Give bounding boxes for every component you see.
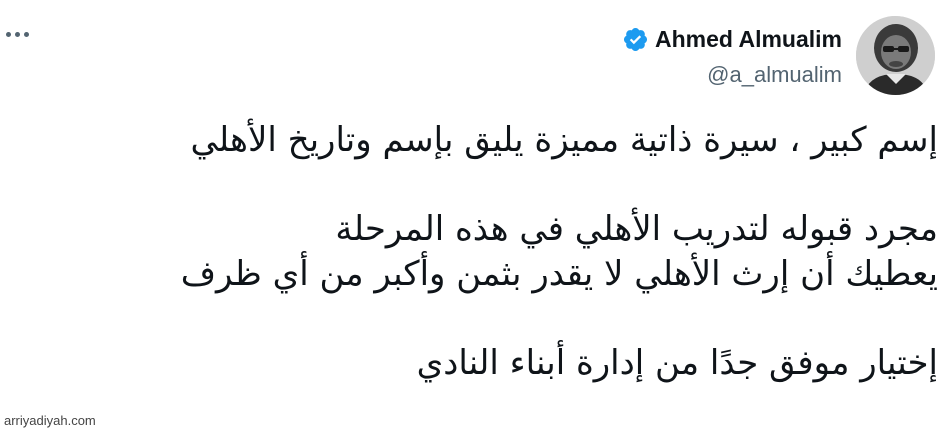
author-name: Ahmed Almualim [654,25,842,52]
tweet-line: إختيار موفق جدًا من إدارة أبناء النادي [416,343,938,383]
verified-badge-icon [623,27,648,51]
tweet-text: إسم كبير ، سيرة ذاتية مميزة يليق بإسم وت… [118,118,938,386]
tweet-line: يعطيك أن إرث الأهلي لا يقدر بثمن وأكبر م… [180,254,938,294]
dot [6,31,11,37]
avatar[interactable] [856,16,935,95]
tweet-line: مجرد قبوله لتدريب الأهلي في هذه المرحلة [335,209,938,249]
more-dots-icon[interactable] [6,24,36,44]
watermark: arriyadiyah.com [4,413,96,428]
author-handle: @a_almualim [707,62,842,87]
avatar-photo [856,16,935,95]
dot [15,31,20,37]
tweet-line: إسم كبير ، سيرة ذاتية مميزة يليق بإسم وت… [190,120,938,160]
dot [24,31,29,37]
author-name-row: Ahmed Almualim [622,22,842,56]
tweet-card: Ahmed Almualim @a_almualim إسم كبير ، سي… [0,0,950,434]
tweet-author[interactable]: Ahmed Almualim @a_almualim [622,22,842,88]
